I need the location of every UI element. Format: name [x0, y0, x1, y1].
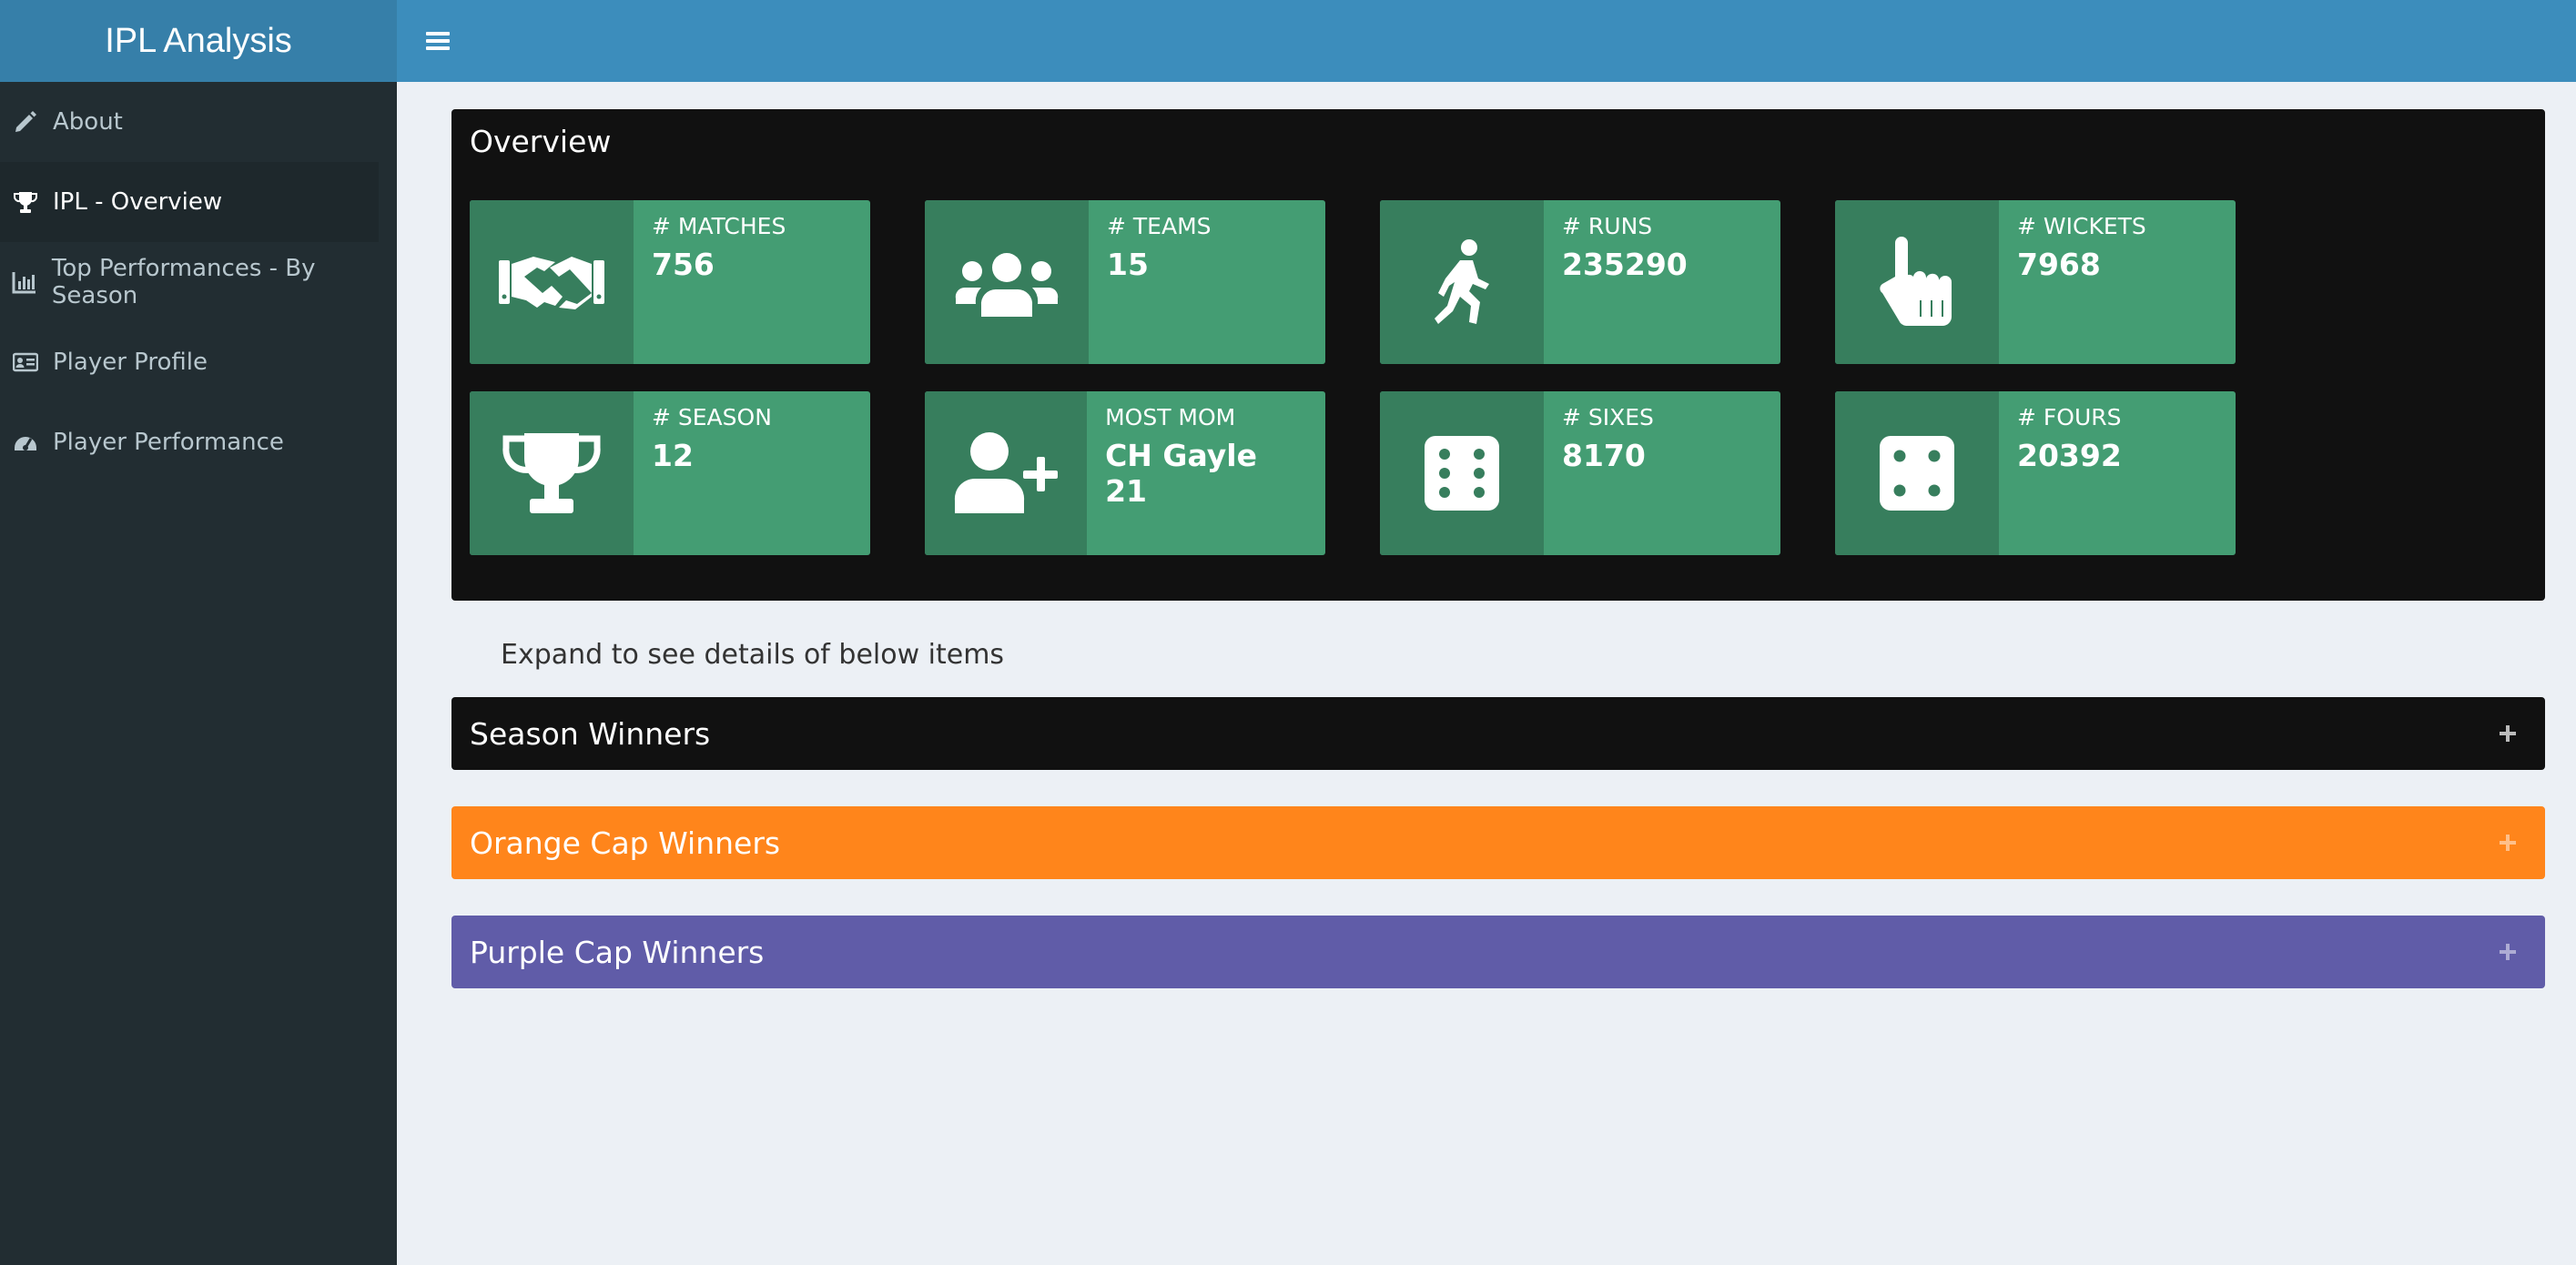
wickets-value: 7968: [2017, 247, 2101, 282]
top-navbar: [397, 0, 2576, 82]
wickets-label: # WICKETS: [2017, 213, 2146, 239]
pencil-icon: [11, 107, 40, 137]
most-mom-label: MOST MOM: [1105, 404, 1236, 430]
sidebar-toggle-button[interactable]: [419, 22, 457, 60]
dice-six-icon: [1380, 391, 1544, 555]
panel-title: Season Winners: [470, 715, 711, 752]
expand-plus-icon[interactable]: [2494, 828, 2521, 855]
fours-value: 20392: [2017, 438, 2122, 473]
fours-label: # FOURS: [2017, 404, 2122, 430]
matches-info-box: # MATCHES 756: [470, 200, 870, 364]
most-mom-info-box: MOST MOM CH Gayle 21: [925, 391, 1325, 555]
bar-chart-icon: [11, 268, 39, 297]
purple-cap-winners-panel[interactable]: Purple Cap Winners: [451, 916, 2545, 988]
sidebar-item-label: IPL - Overview: [53, 188, 223, 216]
sidebar-item-player-performance[interactable]: Player Performance: [0, 402, 397, 482]
hamburger-icon: [426, 32, 450, 50]
running-person-icon: [1380, 200, 1544, 364]
most-mom-value: CH Gayle 21: [1105, 438, 1257, 509]
wickets-info-box: # WICKETS 7968: [1835, 200, 2236, 364]
expand-hint-text: Expand to see details of below items: [501, 639, 1005, 671]
user-plus-icon: [925, 391, 1088, 555]
trophy-icon: [470, 391, 634, 555]
season-value: 12: [652, 438, 694, 473]
expand-plus-icon[interactable]: [2494, 937, 2521, 965]
sidebar-item-label: About: [53, 108, 123, 136]
sixes-label: # SIXES: [1562, 404, 1654, 430]
id-card-icon: [11, 348, 40, 377]
app-logo[interactable]: IPL Analysis: [0, 0, 397, 82]
tachometer-icon: [11, 428, 40, 457]
matches-label: # MATCHES: [652, 213, 786, 239]
overview-box: Overview # MATCHES 756 # TEAMS 15 # RUNS…: [451, 109, 2545, 601]
sidebar-item-label: Player Performance: [53, 429, 284, 456]
sixes-info-box: # SIXES 8170: [1380, 391, 1780, 555]
sixes-value: 8170: [1562, 438, 1646, 473]
runs-info-box: # RUNS 235290: [1380, 200, 1780, 364]
season-info-box: # SEASON 12: [470, 391, 870, 555]
handshake-icon: [470, 200, 634, 364]
teams-label: # TEAMS: [1107, 213, 1212, 239]
orange-cap-winners-panel[interactable]: Orange Cap Winners: [451, 806, 2545, 879]
users-icon: [925, 200, 1089, 364]
teams-value: 15: [1107, 247, 1149, 282]
sidebar-item-label: Player Profile: [53, 349, 208, 376]
season-winners-panel[interactable]: Season Winners: [451, 697, 2545, 770]
sidebar-item-player-profile[interactable]: Player Profile: [0, 322, 397, 402]
panel-title: Purple Cap Winners: [470, 934, 765, 970]
teams-info-box: # TEAMS 15: [925, 200, 1325, 364]
trophy-icon: [11, 187, 40, 217]
pointing-hand-icon: [1835, 200, 1999, 364]
sidebar-item-ipl-overview[interactable]: IPL - Overview: [0, 162, 379, 242]
sidebar-item-label: Top Performances - By Season: [51, 255, 316, 309]
matches-value: 756: [652, 247, 715, 282]
sidebar-item-about[interactable]: About: [0, 82, 397, 162]
runs-value: 235290: [1562, 247, 1688, 282]
overview-title: Overview: [470, 124, 612, 159]
sidebar-item-top-performances[interactable]: Top Performances - By Season: [0, 242, 397, 322]
fours-info-box: # FOURS 20392: [1835, 391, 2236, 555]
expand-plus-icon[interactable]: [2494, 719, 2521, 746]
season-label: # SEASON: [652, 404, 772, 430]
dice-four-icon: [1835, 391, 1999, 555]
sidebar: About IPL - Overview Top Performances - …: [0, 82, 397, 1265]
panel-title: Orange Cap Winners: [470, 825, 781, 861]
runs-label: # RUNS: [1562, 213, 1653, 239]
